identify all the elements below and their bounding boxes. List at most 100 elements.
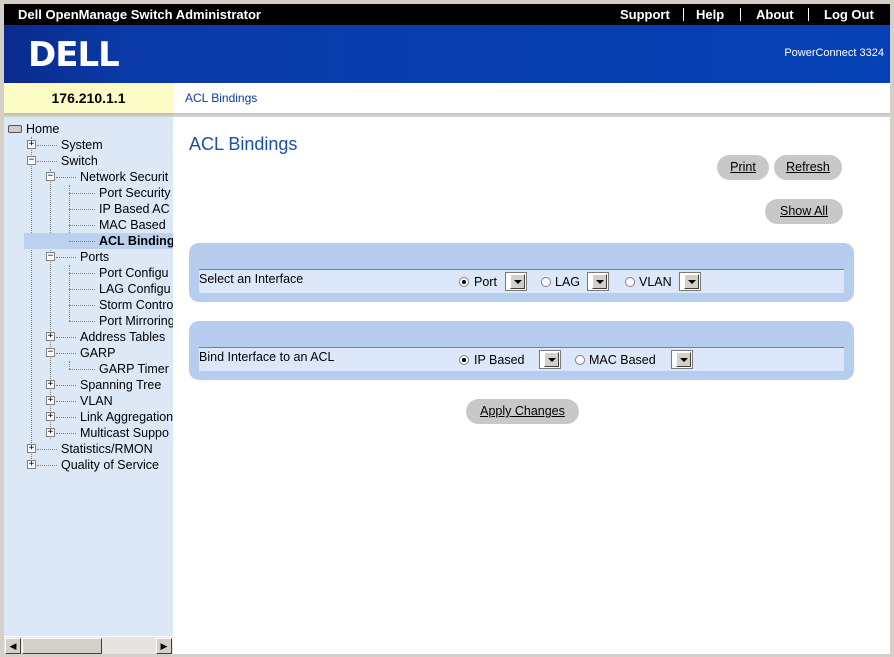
tree-line	[56, 337, 76, 338]
lag-select[interactable]	[587, 272, 609, 291]
lag-radio[interactable]	[541, 277, 551, 287]
separator	[808, 8, 809, 21]
scrollbar-thumb[interactable]	[22, 638, 102, 654]
tree-item-vlan[interactable]: + VLAN	[4, 393, 173, 409]
print-button[interactable]: Print	[717, 155, 769, 180]
device-ip-box: 176.210.1.1	[4, 83, 173, 115]
tree-item-link-aggregation[interactable]: + Link Aggregation	[4, 409, 173, 425]
logout-link[interactable]: Log Out	[824, 7, 874, 22]
vlan-select[interactable]	[679, 272, 701, 291]
breadcrumb: ACL Bindings	[185, 91, 258, 105]
tree-item-port-mirroring[interactable]: Port Mirroring	[4, 313, 173, 329]
expand-icon[interactable]: +	[46, 332, 55, 341]
chevron-down-icon	[684, 274, 699, 289]
refresh-button[interactable]: Refresh	[774, 155, 842, 180]
separator	[740, 8, 741, 21]
tree-item-garp-timers[interactable]: GARP Timer	[4, 361, 173, 377]
expand-icon[interactable]: +	[27, 460, 36, 469]
mac-acl-select[interactable]	[671, 350, 693, 369]
tree-item-statistics-rmon[interactable]: + Statistics/RMON	[4, 441, 173, 457]
bind-acl-panel: Bind Interface to an ACL IP Based MAC Ba…	[189, 321, 854, 380]
tree-label: GARP Timer	[99, 362, 169, 376]
expand-icon[interactable]: +	[27, 140, 36, 149]
tree-item-multicast-support[interactable]: + Multicast Suppo	[4, 425, 173, 441]
home-icon	[8, 125, 22, 133]
tree-line	[37, 465, 57, 466]
ip-based-option-label: IP Based	[474, 353, 525, 367]
tree-item-quality-of-service[interactable]: + Quality of Service	[4, 457, 173, 473]
tree-item-port-security[interactable]: Port Security	[4, 185, 173, 201]
mac-based-option-label: MAC Based	[589, 353, 656, 367]
tree-label: Port Security	[99, 186, 171, 200]
port-radio[interactable]	[459, 277, 469, 287]
scroll-right-icon[interactable]: ▶	[156, 638, 172, 654]
mac-based-radio[interactable]	[575, 355, 585, 365]
show-all-button[interactable]: Show All	[765, 199, 843, 224]
main-content: ACL Bindings Print Refresh Show All Sele…	[173, 117, 890, 654]
chevron-down-icon	[510, 274, 525, 289]
tree-item-mac-based[interactable]: MAC Based	[4, 217, 173, 233]
select-interface-panel: Select an Interface Port LAG VLAN	[189, 243, 854, 302]
vlan-radio[interactable]	[625, 277, 635, 287]
apply-changes-button[interactable]: Apply Changes	[466, 399, 579, 424]
page-title: ACL Bindings	[189, 134, 298, 154]
tree-item-switch[interactable]: − Switch	[4, 153, 173, 169]
help-link[interactable]: Help	[696, 7, 724, 22]
sidebar-horizontal-scrollbar[interactable]: ◀ ▶	[4, 636, 173, 654]
tree-line	[56, 417, 76, 418]
tree-label: Storm Contro	[99, 298, 173, 312]
lag-option-label: LAG	[555, 275, 581, 289]
tree-line	[56, 353, 76, 354]
tree-item-storm-control[interactable]: Storm Contro	[4, 297, 173, 313]
tree-label: Address Tables	[80, 330, 166, 344]
tree-line	[69, 369, 95, 370]
tree-line	[69, 289, 95, 290]
tree-item-port-configuration[interactable]: Port Configu	[4, 265, 173, 281]
about-link[interactable]: About	[756, 7, 794, 22]
tree-item-spanning-tree[interactable]: + Spanning Tree	[4, 377, 173, 393]
tree-label: Port Configu	[99, 266, 169, 280]
separator	[683, 8, 684, 21]
tree-line	[37, 145, 57, 146]
tree-item-lag-configuration[interactable]: LAG Configu	[4, 281, 173, 297]
tree-line	[56, 385, 76, 386]
expand-icon[interactable]: +	[46, 396, 55, 405]
app-title: Dell OpenManage Switch Administrator	[18, 7, 261, 22]
ip-based-radio[interactable]	[459, 355, 469, 365]
tree-label: VLAN	[80, 394, 113, 408]
tree-item-acl-bindings[interactable]: ACL Binding	[24, 233, 173, 249]
select-interface-label: Select an Interface	[199, 272, 304, 286]
tree-item-system[interactable]: + System	[4, 137, 173, 153]
tree-label: Link Aggregation	[80, 410, 173, 424]
tree-label: Ports	[80, 250, 110, 264]
expand-icon[interactable]: +	[46, 412, 55, 421]
expand-icon[interactable]: +	[27, 444, 36, 453]
product-name: PowerConnect 3324	[784, 47, 884, 59]
tree-label: GARP	[80, 346, 116, 360]
ip-acl-select[interactable]	[539, 350, 561, 369]
support-link[interactable]: Support	[620, 7, 670, 22]
tree-item-ports[interactable]: − Ports	[4, 249, 173, 265]
expand-icon[interactable]: +	[46, 428, 55, 437]
tree-label: MAC Based	[99, 218, 166, 232]
collapse-icon[interactable]: −	[46, 348, 55, 357]
collapse-icon[interactable]: −	[46, 172, 55, 181]
scroll-left-icon[interactable]: ◀	[5, 638, 21, 654]
tree-line	[69, 305, 95, 306]
tree-item-garp[interactable]: − GARP	[4, 345, 173, 361]
collapse-icon[interactable]: −	[46, 252, 55, 261]
port-select[interactable]	[505, 272, 527, 291]
tree-item-ip-based-acl[interactable]: IP Based AC	[4, 201, 173, 217]
tree-item-network-security[interactable]: − Network Securit	[4, 169, 173, 185]
tree-line	[69, 209, 95, 210]
tree-item-home[interactable]: Home	[4, 121, 173, 137]
collapse-icon[interactable]: −	[27, 156, 36, 165]
banner: DELL PowerConnect 3324	[4, 25, 890, 83]
tree-item-address-tables[interactable]: + Address Tables	[4, 329, 173, 345]
tree-line	[69, 273, 95, 274]
chevron-down-icon	[592, 274, 607, 289]
expand-icon[interactable]: +	[46, 380, 55, 389]
tree-line	[56, 257, 76, 258]
bind-acl-label: Bind Interface to an ACL	[199, 350, 335, 364]
title-bar: Dell OpenManage Switch Administrator Sup…	[4, 4, 890, 25]
